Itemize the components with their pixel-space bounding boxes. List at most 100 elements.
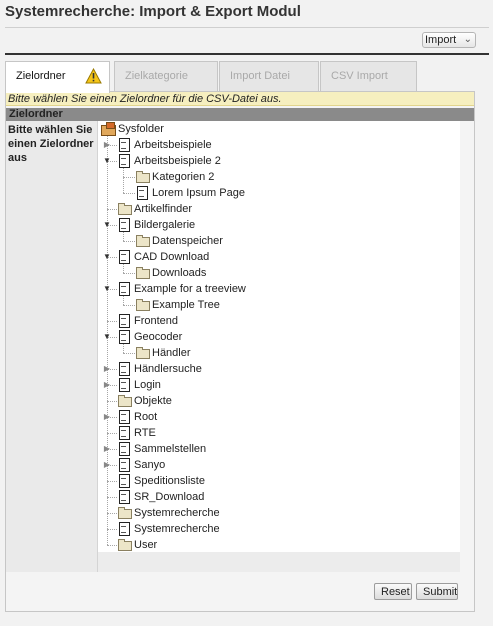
- header-rule: [5, 53, 489, 55]
- tree-item-label: Frontend: [134, 315, 179, 327]
- page-icon: [117, 218, 131, 232]
- page-icon: [117, 522, 131, 536]
- page-icon: [117, 154, 131, 168]
- tree-branch-line: [123, 353, 135, 354]
- page-icon: [117, 282, 131, 296]
- expand-arrow-icon[interactable]: ▼: [102, 217, 112, 233]
- tree-item-label: Systemrecherche: [134, 507, 220, 519]
- collapse-arrow-icon[interactable]: ▶: [102, 441, 112, 457]
- tab-label: Import Datei: [230, 70, 290, 82]
- tree-item-label: Geocoder: [134, 331, 183, 343]
- tree-branch-line: [107, 481, 117, 482]
- tree-guide-line: [123, 167, 124, 193]
- tree-item-label: Lorem Ipsum Page: [152, 187, 245, 199]
- tab-label: CSV Import: [331, 70, 388, 82]
- tree-branch-line: [123, 177, 135, 178]
- tree-item-label: Händlersuche: [134, 363, 202, 375]
- tree-branch-line: [123, 273, 135, 274]
- tree-guide-line: [123, 343, 124, 353]
- tab-import-datei[interactable]: Import Datei: [219, 61, 319, 91]
- tree-item-label: Objekte: [134, 395, 172, 407]
- field-label: Bitte wählen Sie einen Zielordner aus: [8, 124, 94, 164]
- tree-item-label: Arbeitsbeispiele: [134, 139, 212, 151]
- page-icon: [117, 314, 131, 328]
- tree-item-label: Arbeitsbeispiele 2: [134, 155, 221, 167]
- folder-icon: [135, 298, 150, 312]
- tab-csv-import[interactable]: CSV Import: [320, 61, 417, 91]
- page-icon: [135, 186, 149, 200]
- tree-item-label: Kategorien 2: [152, 171, 215, 183]
- page-icon: [117, 250, 131, 264]
- folder-icon: [135, 234, 150, 248]
- collapse-arrow-icon[interactable]: ▶: [102, 361, 112, 377]
- tree-item-label: RTE: [134, 427, 156, 439]
- page-icon: [117, 378, 131, 392]
- expand-arrow-icon[interactable]: ▼: [102, 329, 112, 345]
- tree-item-label: Artikelfinder: [134, 203, 193, 215]
- tree-guide-line: [123, 263, 124, 273]
- sysfolder-icon: [101, 122, 116, 136]
- folder-icon: [135, 266, 150, 280]
- page-icon: [117, 362, 131, 376]
- tree-branch-line: [107, 513, 117, 514]
- page-icon: [117, 410, 131, 424]
- tree-item-label: CAD Download: [134, 251, 210, 263]
- tree-item-label: Systemrecherche: [134, 523, 220, 535]
- expand-arrow-icon[interactable]: ▼: [102, 249, 112, 265]
- folder-icon: [135, 346, 150, 360]
- tree-item-label: Sysfolder: [118, 123, 164, 135]
- tree-footer: [98, 552, 460, 572]
- page-icon: [117, 442, 131, 456]
- expand-arrow-icon[interactable]: ▼: [102, 153, 112, 169]
- tree-item-label: User: [134, 539, 158, 551]
- header-divider: [5, 27, 489, 28]
- chevron-down-icon: ⌄: [463, 34, 472, 45]
- tab-zielordner[interactable]: Zielordner: [5, 61, 110, 93]
- tree-item-label: Login: [134, 379, 161, 391]
- tree-item-label: Example for a treeview: [134, 283, 246, 295]
- tree-guide-line: [123, 231, 124, 241]
- tree-branch-line: [107, 433, 117, 434]
- tree-branch-line: [107, 321, 117, 322]
- tab-zielkategorie[interactable]: Zielkategorie: [114, 61, 218, 91]
- expand-arrow-icon[interactable]: ▼: [102, 281, 112, 297]
- collapse-arrow-icon[interactable]: ▶: [102, 137, 112, 153]
- page-icon: [117, 474, 131, 488]
- page-icon: [117, 490, 131, 504]
- page-icon: [117, 330, 131, 344]
- tree-branch-line: [123, 305, 135, 306]
- import-select[interactable]: Import ⌄: [422, 32, 476, 48]
- notice-message: Bitte wählen Sie einen Zielordner für di…: [6, 92, 474, 106]
- tree-item-label: Example Tree: [152, 299, 220, 311]
- folder-icon: [117, 538, 132, 552]
- tree-branch-line: [107, 529, 117, 530]
- folder-icon: [117, 394, 132, 408]
- tree-branch-line: [107, 401, 117, 402]
- folder-icon: [117, 202, 132, 216]
- tree-item-label: Bildergalerie: [134, 219, 196, 231]
- tree-branch-line: [123, 241, 135, 242]
- tree-item-label: Speditionsliste: [134, 475, 205, 487]
- tree-item-label: SR_Download: [134, 491, 205, 503]
- tree-branch-line: [107, 209, 117, 210]
- collapse-arrow-icon[interactable]: ▶: [102, 377, 112, 393]
- page-icon: [117, 426, 131, 440]
- collapse-arrow-icon[interactable]: ▶: [102, 409, 112, 425]
- page-icon: [117, 138, 131, 152]
- tree-item-label: Sanyo: [134, 459, 166, 471]
- tab-panel: Bitte wählen Sie einen Zielordner für di…: [5, 91, 475, 612]
- tree-branch-line: [107, 545, 117, 546]
- collapse-arrow-icon[interactable]: ▶: [102, 457, 112, 473]
- tab-label: Zielkategorie: [125, 70, 188, 82]
- field-label-column: Bitte wählen Sie einen Zielordner aus: [6, 121, 98, 572]
- folder-icon: [117, 506, 132, 520]
- tab-label: Zielordner: [16, 70, 66, 82]
- reset-button[interactable]: Reset: [374, 583, 412, 600]
- import-select-value: Import: [425, 34, 457, 46]
- tree-item-label: Downloads: [152, 267, 207, 279]
- submit-button[interactable]: Submit: [416, 583, 458, 600]
- tree-guide-line: [123, 295, 124, 305]
- section-header: Zielordner: [6, 108, 474, 121]
- tree-branch-line: [107, 497, 117, 498]
- tree-item-label: Root: [134, 411, 158, 423]
